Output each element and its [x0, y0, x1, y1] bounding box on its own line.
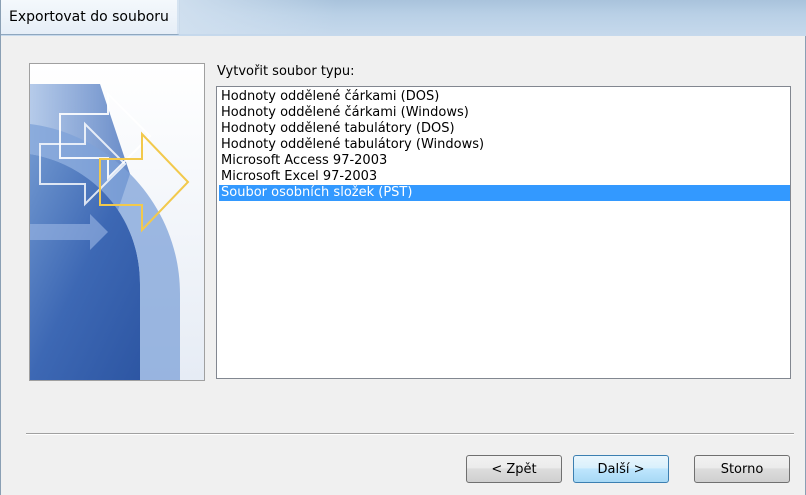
- export-dialog: Exportovat do souboru Vytvořit soubor ty…: [0, 0, 806, 495]
- file-type-option[interactable]: Microsoft Access 97-2003: [219, 153, 790, 169]
- window-title: Exportovat do souboru: [9, 9, 169, 25]
- dialog-client-area: Vytvořit soubor typu: Hodnoty oddělené č…: [10, 36, 798, 495]
- file-type-option[interactable]: Hodnoty oddělené tabulátory (DOS): [219, 121, 790, 137]
- file-type-option[interactable]: Soubor osobních složek (PST): [219, 185, 790, 201]
- wizard-banner-image: [29, 63, 205, 381]
- file-type-option[interactable]: Hodnoty oddělené čárkami (Windows): [219, 105, 790, 121]
- cancel-button[interactable]: Storno: [694, 455, 790, 483]
- title-tab: Exportovat do souboru: [1, 0, 180, 35]
- next-button[interactable]: Další >: [573, 455, 669, 483]
- file-type-option[interactable]: Hodnoty oddělené tabulátory (Windows): [219, 137, 790, 153]
- button-separator: [26, 433, 794, 435]
- title-bar-glass: [177, 0, 337, 34]
- file-type-option[interactable]: Microsoft Excel 97-2003: [219, 169, 790, 185]
- file-type-label: Vytvořit soubor typu:: [217, 64, 355, 79]
- file-type-list[interactable]: Hodnoty oddělené čárkami (DOS) Hodnoty od…: [216, 86, 791, 379]
- title-bar[interactable]: Exportovat do souboru: [1, 0, 806, 36]
- file-type-option[interactable]: Hodnoty oddělené čárkami (DOS): [219, 89, 790, 105]
- back-button[interactable]: < Zpět: [466, 455, 562, 483]
